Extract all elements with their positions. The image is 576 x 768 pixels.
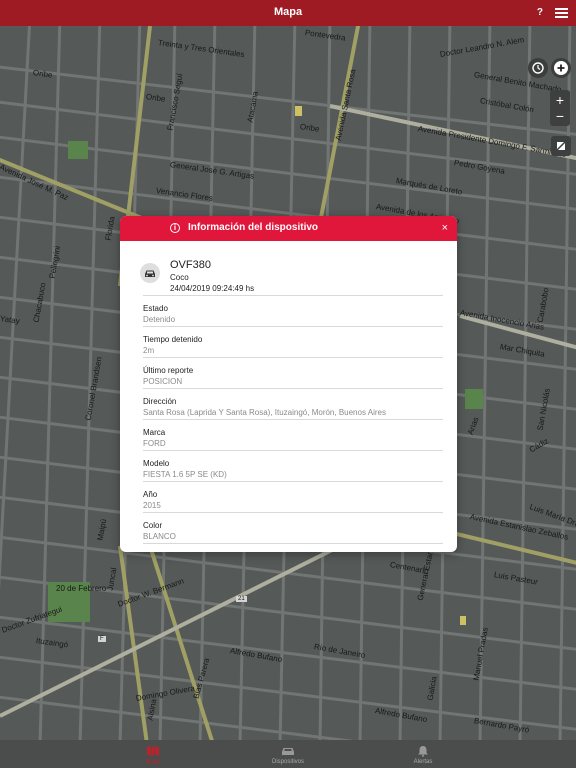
close-button[interactable]: × xyxy=(442,222,448,234)
field-label: Dirección xyxy=(143,397,177,406)
tab-mapa[interactable]: Mapa xyxy=(113,740,193,768)
car-icon xyxy=(281,744,295,756)
help-button[interactable]: ? xyxy=(537,7,543,18)
field-value: POSICION xyxy=(143,377,183,386)
device-summary: OVF380 Coco 24/04/2019 09:24:49 hs xyxy=(140,241,443,296)
tab-alertas[interactable]: Alertas xyxy=(383,740,463,768)
field-label: Estado xyxy=(143,304,168,313)
field-ano: Año 2015 xyxy=(143,482,443,513)
history-clock-icon[interactable] xyxy=(528,58,548,78)
hamburger-menu-icon[interactable] xyxy=(555,8,568,18)
field-label: Año xyxy=(143,490,158,499)
map-icon xyxy=(146,744,160,756)
field-color: Color BLANCO xyxy=(143,513,443,544)
bell-icon xyxy=(416,744,430,757)
add-circle-icon[interactable] xyxy=(551,58,571,78)
tab-label: Mapa xyxy=(145,759,161,765)
field-label: Marca xyxy=(143,428,166,437)
field-value: FORD xyxy=(143,439,166,448)
field-tiempo-detenido: Tiempo detenido 2m xyxy=(143,327,443,358)
field-modelo: Modelo FIESTA 1.6 5P SE (KD) xyxy=(143,451,443,482)
top-bar: Mapa ? xyxy=(0,0,576,26)
bottom-tab-bar: Mapa Dispositivos Alertas xyxy=(0,740,576,768)
modal-title: Información del dispositivo xyxy=(188,222,319,233)
field-label: Modelo xyxy=(143,459,170,468)
field-value: Santa Rosa (Laprida Y Santa Rosa), Ituza… xyxy=(143,408,386,417)
field-value: 2m xyxy=(143,346,155,355)
field-ultimo-reporte: Último reporte POSICION xyxy=(143,358,443,389)
page-title: Mapa xyxy=(273,6,303,18)
modal-header: i Información del dispositivo × xyxy=(120,216,457,241)
info-icon: i xyxy=(170,223,180,233)
device-plate: OVF380 xyxy=(170,259,211,271)
zoom-out-button[interactable]: − xyxy=(550,106,570,126)
field-estado: Estado Detenido xyxy=(143,296,443,327)
field-value: BLANCO xyxy=(143,532,176,541)
field-value: 2015 xyxy=(143,501,161,510)
field-marca: Marca FORD xyxy=(143,420,443,451)
field-value: FIESTA 1.6 5P SE (KD) xyxy=(143,470,227,479)
device-info-modal: i Información del dispositivo × OVF380 C… xyxy=(120,216,457,552)
field-label: Color xyxy=(143,521,163,530)
tab-label: Alertas xyxy=(413,759,433,765)
tab-label: Dispositivos xyxy=(271,759,304,765)
field-direccion: Dirección Santa Rosa (Laprida Y Santa Ro… xyxy=(143,389,443,420)
field-value: Detenido xyxy=(143,315,176,324)
field-label: Último reporte xyxy=(143,366,194,375)
field-label: Tiempo detenido xyxy=(143,335,203,344)
car-icon xyxy=(140,263,160,283)
device-owner: Coco xyxy=(170,273,189,282)
tab-dispositivos[interactable]: Dispositivos xyxy=(248,740,328,768)
layers-icon[interactable] xyxy=(551,136,571,156)
device-timestamp: 24/04/2019 09:24:49 hs xyxy=(170,284,255,293)
